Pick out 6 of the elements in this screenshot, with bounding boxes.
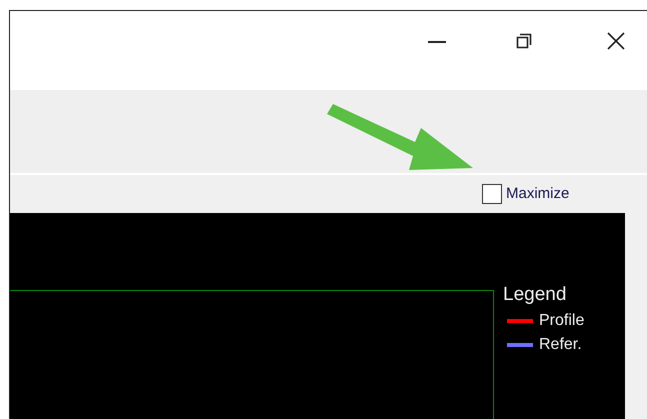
maximize-checkbox[interactable]: Maximize: [482, 184, 570, 204]
legend-title: Legend: [503, 284, 568, 306]
legend-label: Refer.: [539, 336, 582, 354]
restore-icon[interactable]: [516, 33, 532, 49]
legend-label: Profile: [539, 312, 584, 330]
close-icon[interactable]: [607, 32, 625, 50]
